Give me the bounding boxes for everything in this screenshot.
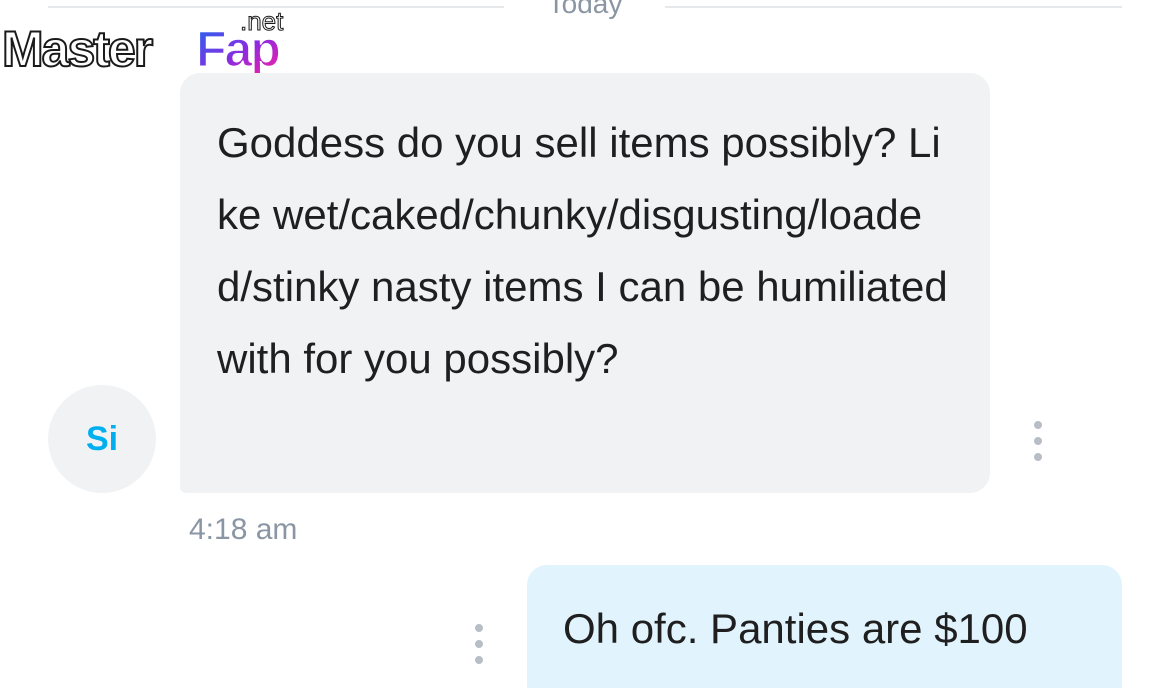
watermark-master-text: Master xyxy=(2,21,153,77)
outgoing-message-text: Oh ofc. Panties are $100 xyxy=(563,605,1028,652)
incoming-message-text: Goddess do you sell items possibly? Like… xyxy=(217,119,948,382)
date-divider-label: Today xyxy=(547,0,623,19)
message-timestamp: 4:18 am xyxy=(189,513,298,546)
watermark-net-text: .net xyxy=(240,8,284,36)
avatar[interactable]: Si xyxy=(48,385,156,493)
outgoing-message-more-icon[interactable] xyxy=(469,624,489,664)
incoming-message-more-icon[interactable] xyxy=(1028,421,1048,461)
date-divider-line-right xyxy=(665,6,1122,8)
chat-screen: Today Master Fap .net Si Goddess do you … xyxy=(0,0,1170,688)
avatar-initials: Si xyxy=(85,419,119,458)
watermark-logo: Master Fap .net xyxy=(1,8,285,78)
incoming-message-bubble[interactable]: Goddess do you sell items possibly? Like… xyxy=(180,73,990,493)
outgoing-message-bubble[interactable]: Oh ofc. Panties are $100 xyxy=(527,565,1122,688)
